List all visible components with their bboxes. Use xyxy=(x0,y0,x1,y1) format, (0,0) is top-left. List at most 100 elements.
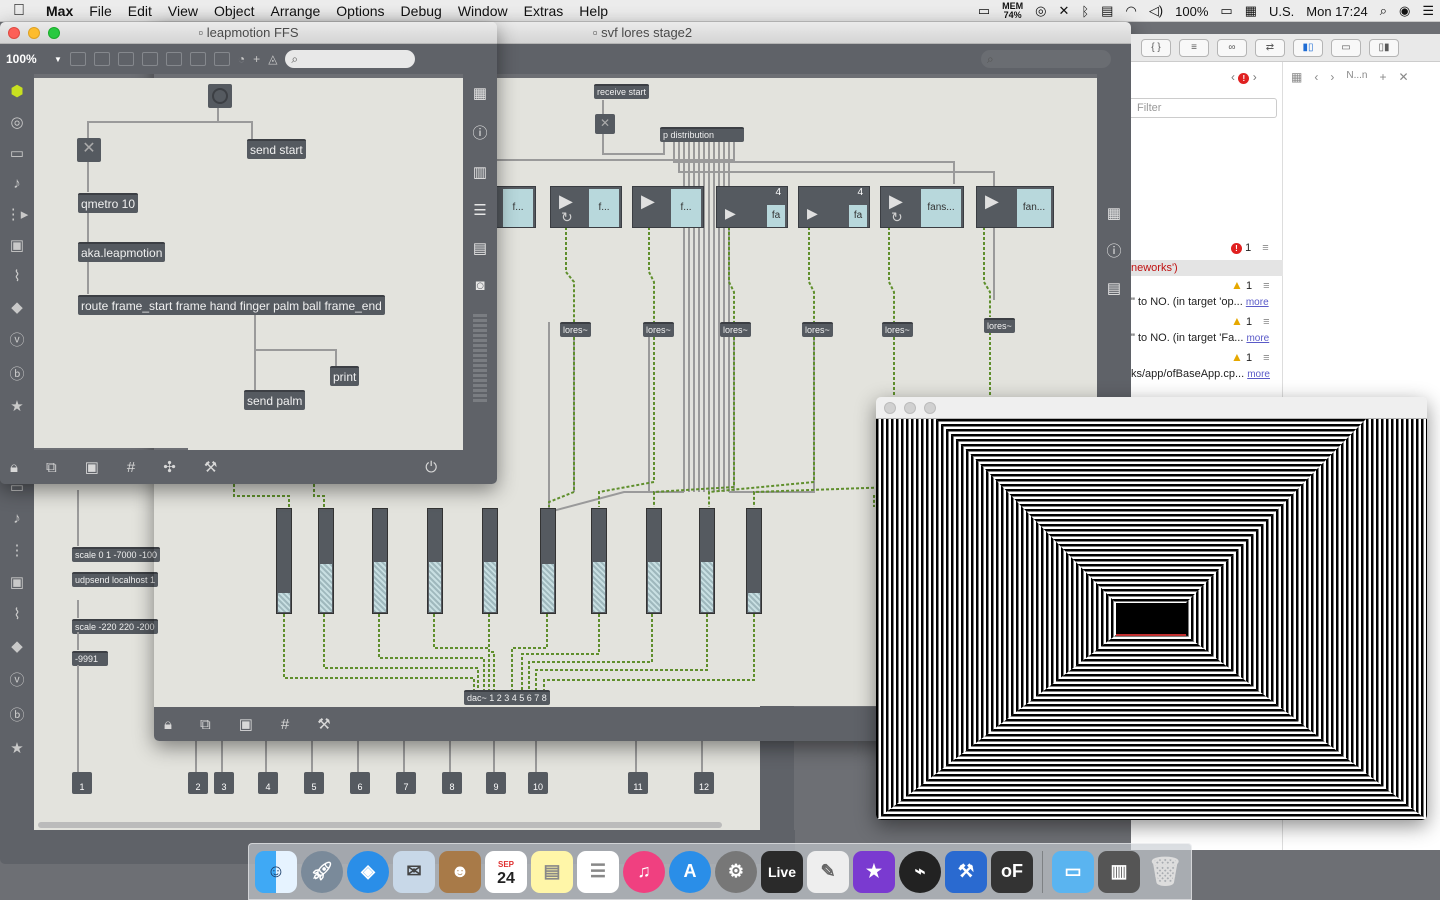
tab-forward-icon[interactable]: › xyxy=(1330,70,1334,84)
more-link-2[interactable]: more xyxy=(1246,297,1269,308)
gain-slider-7[interactable] xyxy=(591,508,607,614)
lores-object-1[interactable]: lores~ xyxy=(560,322,591,337)
gain-slider-2[interactable] xyxy=(318,508,334,614)
outlet-9[interactable]: 9 xyxy=(486,772,506,794)
console-row-1[interactable]: neworks') xyxy=(1131,260,1283,276)
row-menu-icon[interactable]: ≡ xyxy=(1263,316,1269,328)
downloads-stack-icon[interactable]: ▥ xyxy=(1098,850,1140,893)
imovie-icon[interactable]: ★ xyxy=(853,850,895,893)
player-5[interactable]: 4 ▶ fa xyxy=(798,186,870,228)
left-panel-icon[interactable]: ▮▯ xyxy=(1293,38,1323,57)
menu-options[interactable]: Options xyxy=(328,3,392,19)
player-3[interactable]: ▶ f... xyxy=(632,186,704,228)
calendar-icon[interactable]: SEP 24 xyxy=(485,850,527,893)
player-4[interactable]: 4 ▶ fa xyxy=(716,186,788,228)
nav-back-icon[interactable]: ‹ xyxy=(1231,70,1235,84)
more-link-4[interactable]: more xyxy=(1247,369,1270,380)
player-7[interactable]: ▶ fan... xyxy=(976,186,1054,228)
mem-indicator[interactable]: MEM 74% xyxy=(996,2,1029,20)
row-menu-icon[interactable]: ≡ xyxy=(1263,280,1269,292)
gain-slider-6[interactable] xyxy=(540,508,556,614)
gain-slider-9[interactable] xyxy=(699,508,715,614)
menu-debug[interactable]: Debug xyxy=(393,3,450,19)
route-object[interactable]: route frame_start frame hand finger palm… xyxy=(78,295,385,315)
volume-icon[interactable]: ◁) xyxy=(1143,3,1169,19)
of-titlebar[interactable] xyxy=(876,397,1427,419)
system-preferences-icon[interactable]: ⚙ xyxy=(715,850,757,893)
finder-icon[interactable]: ☺ xyxy=(255,850,297,893)
notes-icon[interactable]: ▤ xyxy=(531,850,573,893)
menu-help[interactable]: Help xyxy=(571,3,616,19)
outlet-7[interactable]: 7 xyxy=(396,772,416,794)
close-tab-icon[interactable]: ✕ xyxy=(1398,70,1408,84)
lores-object-6[interactable]: lores~ xyxy=(984,318,1015,333)
contacts-icon[interactable]: ☻ xyxy=(439,850,481,893)
player-6[interactable]: ▶ ↻ fans... xyxy=(880,186,964,228)
outlet-5[interactable]: 5 xyxy=(304,772,324,794)
loop-icon[interactable]: ↻ xyxy=(891,209,903,226)
bottom-panel-icon[interactable]: ▭ xyxy=(1331,38,1361,57)
gain-slider-8[interactable] xyxy=(646,508,662,614)
menu-view[interactable]: View xyxy=(160,3,206,19)
link-icon[interactable]: ∞ xyxy=(1217,38,1247,57)
mail-icon[interactable]: ✉ xyxy=(393,850,435,893)
openframeworks-icon[interactable]: oF xyxy=(991,850,1033,893)
outlet-3[interactable]: 3 xyxy=(214,772,234,794)
braces-icon[interactable]: { } xyxy=(1141,38,1171,57)
outlet-11[interactable]: 11 xyxy=(628,772,648,794)
tab-label[interactable]: N...n xyxy=(1346,70,1367,84)
gain-slider-1[interactable] xyxy=(276,508,292,614)
console-row-2[interactable]: " to NO. (in target 'op... more xyxy=(1131,296,1269,308)
folder-icon[interactable]: ▭ xyxy=(1052,850,1094,893)
xcode-icon[interactable]: ⚒ xyxy=(945,850,987,893)
stage-toggle[interactable]: ✕ xyxy=(595,114,615,134)
grid-view-icon[interactable]: ▦ xyxy=(1291,70,1302,84)
lores-object-3[interactable]: lores~ xyxy=(720,322,751,337)
ableton-live-icon[interactable]: Live xyxy=(761,850,803,893)
bluetooth-icon[interactable]: ᛒ xyxy=(1075,4,1095,19)
gain-slider-4[interactable] xyxy=(427,508,443,614)
console-row-4[interactable]: ks/app/ofBaseApp.cp... more xyxy=(1131,368,1270,380)
battery-percent[interactable]: 100% xyxy=(1169,4,1214,19)
of-zoom-button[interactable] xyxy=(924,402,936,414)
outlet-1[interactable]: 1 xyxy=(72,772,92,794)
app-store-icon[interactable]: A xyxy=(669,850,711,893)
error-row[interactable]: ! 1 ≡ xyxy=(1231,242,1269,254)
wifi-icon[interactable]: ◠ xyxy=(1119,3,1142,19)
outlet-10[interactable]: 10 xyxy=(528,772,548,794)
itunes-icon[interactable]: ♫ xyxy=(623,850,665,893)
lores-object-5[interactable]: lores~ xyxy=(882,322,913,337)
dac-object[interactable]: dac~ 1 2 3 4 5 6 7 8 xyxy=(464,690,550,705)
input-source[interactable]: U.S. xyxy=(1263,4,1300,19)
battery-icon[interactable]: ▭ xyxy=(1214,3,1238,19)
start-button[interactable] xyxy=(208,84,232,108)
error-nav-icon[interactable]: ! xyxy=(1238,73,1250,84)
filter-field[interactable]: Filter xyxy=(1131,98,1277,118)
apple-menu-icon[interactable]:  xyxy=(0,2,38,20)
lores-object-2[interactable]: lores~ xyxy=(643,322,674,337)
row-menu-icon[interactable]: ≡ xyxy=(1263,352,1269,364)
outlet-8[interactable]: 8 xyxy=(442,772,462,794)
play-icon[interactable]: ▶ xyxy=(641,191,655,212)
menu-object[interactable]: Object xyxy=(206,3,262,19)
gain-slider-5[interactable] xyxy=(482,508,498,614)
trash-icon[interactable]: 🗑︎ xyxy=(1144,851,1186,893)
outlet-4[interactable]: 4 xyxy=(258,772,278,794)
battery-small-icon[interactable]: ▭ xyxy=(972,3,996,19)
menu-extras[interactable]: Extras xyxy=(516,3,572,19)
align-icon[interactable]: ≡ xyxy=(1179,38,1209,57)
gain-slider-10[interactable] xyxy=(746,508,762,614)
of-close-button[interactable] xyxy=(884,402,896,414)
qmetro-object[interactable]: qmetro 10 xyxy=(78,193,139,213)
player-2[interactable]: ▶ ↻ f... xyxy=(550,186,622,228)
more-link-3[interactable]: more xyxy=(1246,333,1269,344)
loop-icon[interactable]: ↻ xyxy=(561,209,573,226)
menu-extra-icon[interactable]: ▤ xyxy=(1095,3,1119,19)
notification-center-icon[interactable]: ☰ xyxy=(1416,3,1440,19)
creative-cloud-icon[interactable]: ◎ xyxy=(1029,3,1052,19)
spotlight-icon[interactable]: ⌕ xyxy=(1374,3,1393,19)
p-distribution-object[interactable]: p distribution xyxy=(660,127,744,142)
send-palm-object[interactable]: send palm xyxy=(244,390,306,410)
menu-app[interactable]: Max xyxy=(38,3,81,19)
lores-object-4[interactable]: lores~ xyxy=(802,322,833,337)
